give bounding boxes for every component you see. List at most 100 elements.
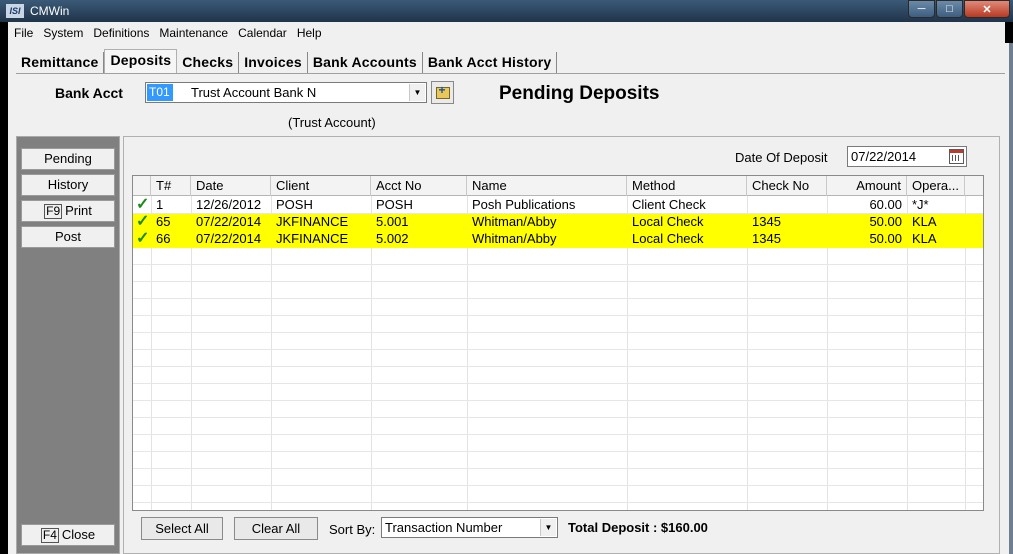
pending-button[interactable]: Pending [21, 148, 115, 170]
cell-tnum: 66 [156, 231, 171, 246]
cell-amount: 50.00 [869, 231, 902, 246]
sidebar: Pending History F9 Print Post F4 Close [16, 136, 120, 554]
grid-line [133, 468, 983, 469]
col-acct-no[interactable]: Acct No [371, 176, 467, 196]
checkmark-icon[interactable]: ✓ [133, 231, 151, 248]
table-row[interactable]: ✓ 1 12/26/2012 POSH POSH Posh Publicatio… [133, 197, 983, 214]
checkmark-icon[interactable]: ✓ [133, 214, 151, 231]
cell-date: 07/22/2014 [196, 214, 262, 229]
close-label: Close [61, 527, 96, 542]
table-row[interactable]: ✓ 66 07/22/2014 JKFINANCE 5.002 Whitman/… [133, 231, 983, 248]
col-client[interactable]: Client [271, 176, 371, 196]
print-shortcut-key: F9 [44, 204, 63, 219]
menu-bar: File System Definitions Maintenance Cale… [8, 22, 1005, 43]
tab-checks[interactable]: Checks [177, 52, 240, 73]
deposits-panel: Date Of Deposit 07/22/2014 T# Date Clien… [123, 136, 1000, 554]
maximize-icon: □ [946, 3, 953, 15]
bank-code: T01 [147, 84, 173, 101]
cell-check-no [747, 197, 827, 214]
grid-header: T# Date Client Acct No Name Method Check… [133, 176, 983, 196]
menu-file[interactable]: File [14, 26, 33, 40]
tab-invoices[interactable]: Invoices [239, 52, 308, 73]
table-row[interactable]: ✓ 65 07/22/2014 JKFINANCE 5.001 Whitman/… [133, 214, 983, 231]
menu-help[interactable]: Help [297, 26, 322, 40]
tab-strip: Remittance Deposits Checks Invoices Bank… [16, 49, 558, 73]
dropdown-arrow-icon[interactable]: ▼ [409, 84, 425, 101]
minimize-button[interactable]: ─ [908, 0, 935, 18]
total-deposit: Total Deposit : $160.00 [568, 520, 708, 535]
col-check-no[interactable]: Check No [747, 176, 827, 196]
bank-acct-label: Bank Acct [55, 85, 123, 101]
grid-line [133, 485, 983, 486]
sort-by-select[interactable]: Transaction Number ▼ [381, 517, 558, 538]
select-all-button[interactable]: Select All [141, 517, 223, 540]
sort-by-label: Sort By: [329, 522, 376, 537]
col-name[interactable]: Name [467, 176, 627, 196]
grid-line [133, 400, 983, 401]
col-date[interactable]: Date [191, 176, 271, 196]
cell-acct-no: POSH [376, 197, 413, 212]
date-of-deposit-field[interactable]: 07/22/2014 [847, 146, 967, 167]
grid-line [133, 264, 983, 265]
grid-line [133, 315, 983, 316]
checkmark-icon[interactable]: ✓ [133, 197, 151, 214]
print-label: Print [65, 203, 92, 218]
sort-by-value: Transaction Number [385, 520, 503, 535]
history-button[interactable]: History [21, 174, 115, 196]
grid-line [133, 281, 983, 282]
deposits-grid[interactable]: T# Date Client Acct No Name Method Check… [132, 175, 984, 511]
app-area: Remittance Deposits Checks Invoices Bank… [8, 43, 1013, 554]
calendar-icon[interactable] [949, 149, 964, 164]
cell-amount: 60.00 [869, 197, 902, 212]
menu-maintenance[interactable]: Maintenance [159, 26, 228, 40]
bank-name: Trust Account Bank N [191, 85, 317, 100]
cell-date: 12/26/2012 [196, 197, 262, 212]
col-check[interactable] [133, 176, 151, 196]
grid-line [133, 366, 983, 367]
dropdown-arrow-icon[interactable]: ▼ [540, 519, 556, 536]
app-logo-icon: ISI [6, 4, 24, 18]
window-title: CMWin [30, 4, 70, 18]
close-icon: ✕ [982, 3, 992, 16]
grid-line [133, 451, 983, 452]
date-of-deposit-value: 07/22/2014 [851, 149, 917, 164]
cell-method: Local Check [632, 214, 704, 229]
cell-name: Whitman/Abby [472, 231, 557, 246]
grid-line [133, 332, 983, 333]
cell-client: POSH [276, 197, 313, 212]
account-type: (Trust Account) [288, 115, 376, 130]
close-button[interactable]: F4 Close [21, 524, 115, 546]
menu-definitions[interactable]: Definitions [93, 26, 149, 40]
open-bank-button[interactable] [431, 81, 454, 104]
cell-check-no: 1345 [752, 214, 781, 229]
grid-line [133, 417, 983, 418]
cell-acct-no: 5.001 [376, 214, 409, 229]
cell-client: JKFINANCE [276, 214, 349, 229]
col-operator[interactable]: Opera... [907, 176, 965, 196]
cell-acct-no: 5.002 [376, 231, 409, 246]
cell-name: Posh Publications [472, 197, 576, 212]
cell-client: JKFINANCE [276, 231, 349, 246]
menu-calendar[interactable]: Calendar [238, 26, 287, 40]
tab-deposits[interactable]: Deposits [104, 49, 178, 73]
maximize-button[interactable]: □ [936, 0, 963, 18]
tab-bank-acct-history[interactable]: Bank Acct History [422, 52, 558, 73]
print-button[interactable]: F9 Print [21, 200, 115, 222]
col-tnum[interactable]: T# [151, 176, 191, 196]
col-amount[interactable]: Amount [827, 176, 907, 196]
cell-method: Client Check [632, 197, 706, 212]
clear-all-button[interactable]: Clear All [234, 517, 318, 540]
tab-remittance[interactable]: Remittance [16, 52, 105, 73]
bank-acct-select[interactable]: T01 Trust Account Bank N ▼ [145, 82, 427, 103]
cell-operator: KLA [912, 214, 937, 229]
menu-system[interactable]: System [43, 26, 83, 40]
cell-check-no: 1345 [752, 231, 781, 246]
grid-line [133, 502, 983, 503]
tab-bank-accounts[interactable]: Bank Accounts [307, 52, 423, 73]
col-method[interactable]: Method [627, 176, 747, 196]
cell-date: 07/22/2014 [196, 231, 262, 246]
post-button[interactable]: Post [21, 226, 115, 248]
grid-line [133, 434, 983, 435]
date-of-deposit-label: Date Of Deposit [735, 150, 828, 165]
close-window-button[interactable]: ✕ [964, 0, 1010, 18]
